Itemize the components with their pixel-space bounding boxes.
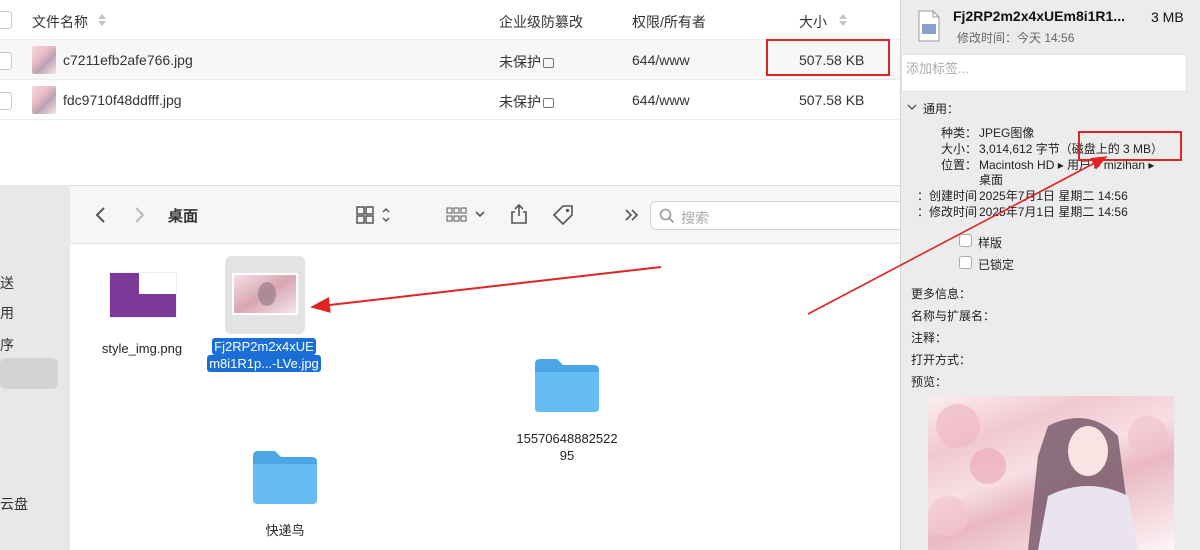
preview-image bbox=[928, 396, 1174, 550]
permission: 644/www bbox=[632, 92, 690, 108]
more-chevron-icon[interactable] bbox=[624, 208, 640, 222]
folder-name[interactable]: 快递鸟 bbox=[235, 522, 335, 539]
protect-status-text: 未保护 bbox=[499, 94, 541, 110]
file-table-header: 文件名称 企业级防篡改 权限/所有者 大小 bbox=[0, 0, 900, 40]
kind-value: JPEG图像 bbox=[979, 126, 1035, 140]
permission: 644/www bbox=[632, 52, 690, 68]
size-label: 大小： bbox=[940, 142, 977, 156]
image-thumbnail bbox=[32, 86, 56, 114]
folder-name-line[interactable]: 15570648882522 bbox=[495, 430, 639, 447]
sort-icon[interactable] bbox=[838, 13, 848, 27]
created-label: 创建时间： bbox=[916, 189, 977, 203]
sidebar-item[interactable]: 序 bbox=[0, 335, 14, 355]
where-label: 位置： bbox=[940, 158, 977, 172]
file-name-line[interactable]: Fj2RP2m2x4xUE bbox=[212, 338, 316, 355]
finder-window: 桌面 搜索 style_img.png Fj2RP2m2x4xUE m8i1R1… bbox=[70, 185, 930, 550]
header-size[interactable]: 大小 bbox=[799, 12, 827, 32]
annotation-highlight-box bbox=[766, 39, 890, 76]
sidebar-item[interactable]: 用 bbox=[0, 303, 14, 323]
selected-file-label[interactable]: Fj2RP2m2x4xUE m8i1R1p...-LVe.jpg bbox=[202, 338, 326, 372]
section-open-with[interactable]: 打开方式： bbox=[911, 351, 971, 368]
search-placeholder: 搜索 bbox=[681, 210, 709, 226]
created-value: 2025年7月1日 星期二 14:56 bbox=[979, 189, 1128, 203]
tag-placeholder: 添加标签... bbox=[906, 61, 969, 76]
locked-checkbox[interactable] bbox=[959, 256, 972, 269]
search-icon bbox=[659, 208, 675, 224]
unlock-icon[interactable] bbox=[543, 58, 554, 68]
file-name[interactable]: style_img.png bbox=[97, 340, 187, 357]
image-file-icon[interactable] bbox=[231, 272, 299, 316]
stationery-checkbox[interactable] bbox=[959, 234, 972, 247]
folder-label[interactable]: 15570648882522 95 bbox=[495, 430, 639, 464]
modified-label: 修改时间： bbox=[916, 205, 977, 219]
header-permission: 权限/所有者 bbox=[632, 14, 706, 30]
select-all-checkbox[interactable] bbox=[0, 11, 12, 29]
section-comments[interactable]: 注释： bbox=[911, 329, 947, 346]
row-checkbox[interactable] bbox=[0, 52, 12, 70]
info-file-title: Fj2RP2m2x4xUEm8i1R1... bbox=[953, 8, 1125, 24]
unlock-icon[interactable] bbox=[543, 98, 554, 108]
image-file-icon[interactable] bbox=[109, 272, 177, 318]
forward-icon[interactable] bbox=[134, 206, 146, 224]
protect-status-text: 未保护 bbox=[499, 54, 541, 70]
back-icon[interactable] bbox=[94, 206, 106, 224]
folder-name-line[interactable]: 95 bbox=[495, 447, 639, 464]
sidebar-item[interactable]: 送 bbox=[0, 273, 14, 293]
tag-icon[interactable] bbox=[551, 204, 575, 226]
sort-icon[interactable] bbox=[97, 13, 107, 27]
annotation-highlight-box bbox=[1078, 131, 1182, 161]
folder-title: 桌面 bbox=[168, 208, 199, 225]
grid-view-icon[interactable] bbox=[356, 206, 394, 224]
folder-icon[interactable] bbox=[251, 448, 319, 506]
tag-input[interactable]: 添加标签... bbox=[901, 54, 1187, 92]
group-by-icon[interactable] bbox=[446, 207, 488, 223]
file-name[interactable]: c7211efb2afe766.jpg bbox=[63, 52, 193, 68]
stationery-label: 样版 bbox=[978, 236, 1003, 250]
table-row[interactable]: fdc9710f48ddfff.jpg 未保护 644/www 507.58 K… bbox=[0, 80, 900, 120]
section-name-extension[interactable]: 名称与扩展名： bbox=[911, 307, 995, 324]
file-table: 文件名称 企业级防篡改 权限/所有者 大小 c7211efb2afe766.jp… bbox=[0, 0, 900, 185]
header-filename[interactable]: 文件名称 bbox=[32, 12, 88, 32]
row-checkbox[interactable] bbox=[0, 92, 12, 110]
info-modified: 修改时间：今天 14:56 bbox=[957, 31, 1075, 45]
sidebar-item-selected[interactable] bbox=[0, 358, 58, 389]
where-value-cont: 桌面 bbox=[979, 173, 1004, 187]
file-name[interactable]: fdc9710f48ddfff.jpg bbox=[63, 92, 182, 108]
protect-status: 未保护 bbox=[499, 92, 554, 112]
file-size: 507.58 KB bbox=[799, 92, 865, 108]
kind-label: 种类： bbox=[940, 126, 977, 140]
folder-icon[interactable] bbox=[533, 356, 601, 414]
header-protect: 企业级防篡改 bbox=[499, 14, 583, 30]
file-name-line[interactable]: m8i1R1p...-LVe.jpg bbox=[207, 355, 321, 372]
jpeg-file-icon bbox=[918, 10, 940, 42]
disclosure-down-icon[interactable] bbox=[907, 102, 917, 112]
finder-sidebar: 送 用 序 云盘 bbox=[0, 185, 70, 550]
section-more-info[interactable]: 更多信息： bbox=[911, 285, 971, 302]
share-icon[interactable] bbox=[510, 203, 528, 225]
protect-status: 未保护 bbox=[499, 52, 554, 72]
preview-illustration bbox=[928, 404, 1168, 550]
search-input[interactable]: 搜索 bbox=[650, 201, 916, 230]
image-thumbnail bbox=[32, 46, 56, 74]
info-file-size: 3 MB bbox=[1151, 9, 1184, 25]
sidebar-item[interactable]: 云盘 bbox=[0, 494, 28, 514]
finder-toolbar: 桌面 搜索 bbox=[70, 186, 930, 244]
modified-value: 2025年7月1日 星期二 14:56 bbox=[979, 205, 1128, 219]
locked-label: 已锁定 bbox=[978, 258, 1015, 272]
section-general[interactable]: 通用： bbox=[923, 100, 959, 117]
section-preview[interactable]: 预览： bbox=[911, 373, 947, 390]
table-row[interactable]: c7211efb2afe766.jpg 未保护 644/www 507.58 K… bbox=[0, 40, 900, 80]
